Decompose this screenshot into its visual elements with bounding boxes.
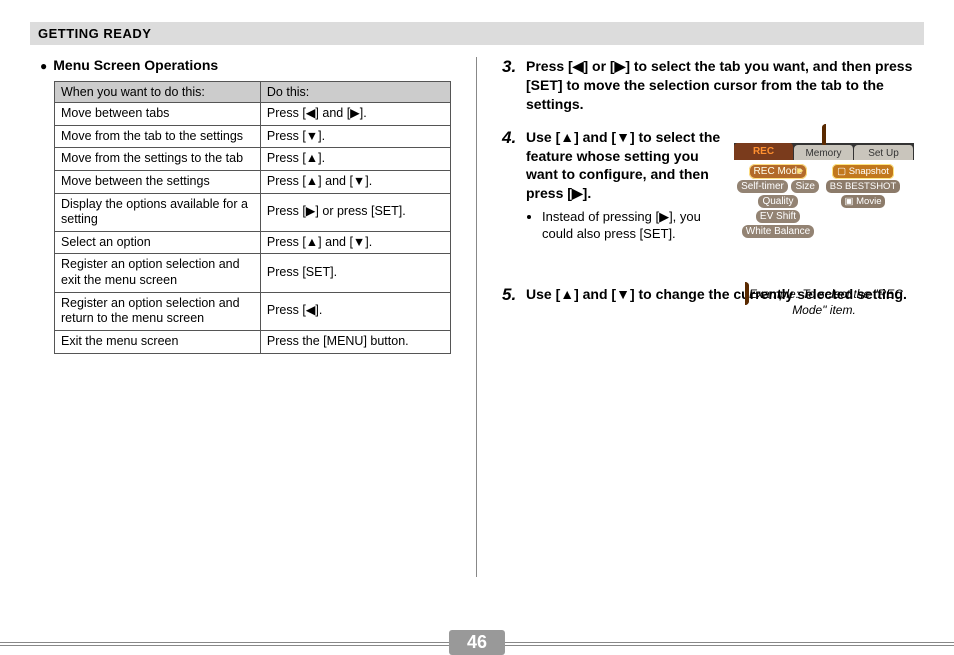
lcd-item-size: Size (791, 180, 818, 193)
table-header-do: Do this: (260, 82, 450, 103)
step-text: Use [▲] and [▼] to change the currently … (526, 286, 907, 302)
step-number: 3. (502, 57, 526, 114)
step-text: Use [▲] and [▼] to select the feature wh… (526, 129, 720, 202)
operations-table: When you want to do this: Do this: Move … (54, 81, 451, 354)
content-columns: Menu Screen Operations When you want to … (30, 57, 924, 577)
table-row: Display the options available for a sett… (55, 193, 451, 231)
example-figure: REC Memory Set Up REC Mode Self-timer (734, 128, 914, 271)
table-row: Move between tabsPress [◀] and [▶]. (55, 103, 451, 126)
table-row: Move between the settingsPress [▲] and [… (55, 170, 451, 193)
step-4: 4. Use [▲] and [▼] to select the feature… (502, 128, 914, 271)
table-row: Exit the menu screenPress the [MENU] but… (55, 330, 451, 353)
table-header-when: When you want to do this: (55, 82, 261, 103)
steps-list: 3. Press [◀] or [▶] to select the tab yo… (502, 57, 914, 305)
step-text: Press [◀] or [▶] to select the tab you w… (526, 58, 912, 112)
camera-lcd: REC Memory Set Up REC Mode Self-timer (734, 124, 914, 305)
table-row: Move from the tab to the settingsPress [… (55, 125, 451, 148)
lcd-item-evshift: EV Shift (756, 210, 800, 223)
lcd-tab-rec: REC (734, 143, 794, 160)
table-row: Select an optionPress [▲] and [▼]. (55, 231, 451, 254)
manual-page: GETTING READY Menu Screen Operations Whe… (0, 0, 954, 646)
lcd-tab-memory: Memory (794, 145, 854, 160)
lcd-item-quality: Quality (758, 195, 797, 208)
step-5: 5. Use [▲] and [▼] to change the current… (502, 285, 914, 305)
lcd-item-selftimer: Self-timer (737, 180, 788, 193)
left-column: Menu Screen Operations When you want to … (30, 57, 477, 577)
lcd-item-recmode: REC Mode (749, 164, 808, 179)
table-row: Register an option selection and return … (55, 292, 451, 330)
table-row: Register an option selection and exit th… (55, 254, 451, 292)
section-header: GETTING READY (30, 22, 924, 45)
right-column: 3. Press [◀] or [▶] to select the tab yo… (477, 57, 924, 577)
lcd-item-wb: White Balance (742, 225, 814, 238)
page-number: 46 (449, 630, 505, 655)
step-number: 5. (502, 285, 526, 305)
step-number: 4. (502, 128, 526, 271)
menu-ops-heading: Menu Screen Operations (40, 57, 451, 73)
step-note: Instead of pressing [▶], you could also … (542, 209, 722, 243)
table-row: Move from the settings to the tabPress [… (55, 148, 451, 171)
lcd-opt-bestshot: BS BESTSHOT (826, 180, 901, 193)
lcd-opt-snapshot: ▢ Snapshot (832, 164, 894, 179)
step-3: 3. Press [◀] or [▶] to select the tab yo… (502, 57, 914, 114)
lcd-opt-movie: ▣ Movie (841, 195, 886, 208)
lcd-tab-setup: Set Up (854, 145, 914, 160)
